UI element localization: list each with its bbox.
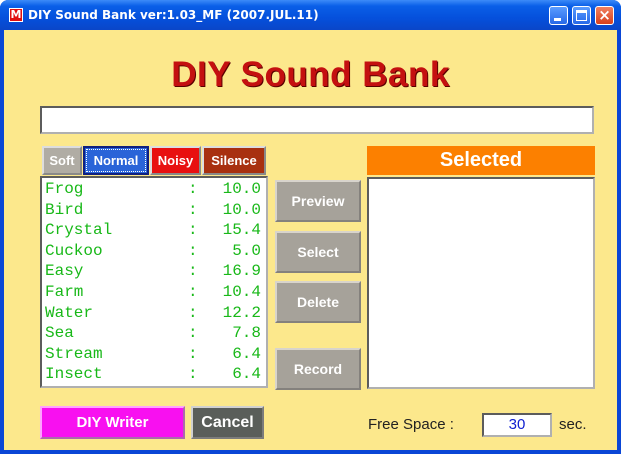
list-item[interactable]: Farm: 10.4 — [45, 282, 265, 303]
name-input[interactable] — [40, 106, 594, 134]
selected-list[interactable] — [367, 177, 595, 389]
sound-size: 10.4 — [222, 283, 261, 301]
sound-name: Crystal — [45, 221, 113, 240]
separator: : — [188, 221, 198, 240]
separator: : — [188, 262, 198, 281]
sound-name: Frog — [45, 180, 84, 198]
maximize-icon — [576, 10, 587, 21]
window-title: DIY Sound Bank ver:1.03_MF (2007.JUL.11) — [28, 8, 319, 22]
app-icon: M — [9, 8, 23, 22]
diy-writer-button[interactable]: DIY Writer — [40, 406, 185, 439]
delete-button[interactable]: Delete — [275, 281, 361, 323]
mode-noisy-button[interactable]: Noisy — [150, 146, 201, 175]
sound-size: 10.0 — [222, 180, 261, 198]
separator: : — [188, 180, 198, 198]
preview-button[interactable]: Preview — [275, 180, 361, 222]
separator: : — [188, 365, 198, 384]
free-space-label: Free Space : — [368, 416, 454, 433]
list-item[interactable]: Water: 12.2 — [45, 303, 265, 324]
selected-header: Selected — [367, 146, 595, 175]
sound-size: 7.8 — [232, 324, 261, 343]
minimize-icon — [554, 18, 561, 21]
client-area: DIY Sound Bank Soft Normal Noisy Silence… — [4, 30, 617, 450]
select-button[interactable]: Select — [275, 231, 361, 273]
separator: : — [188, 303, 198, 322]
list-item[interactable]: Frog: 10.0 — [45, 179, 265, 200]
mode-normal-button[interactable]: Normal — [83, 146, 149, 175]
record-button[interactable]: Record — [275, 348, 361, 390]
separator: : — [188, 283, 198, 301]
sound-name: Stream — [45, 344, 103, 363]
sound-name: Insect — [45, 365, 103, 384]
separator: : — [188, 324, 198, 343]
close-button[interactable]: × — [595, 6, 614, 25]
sound-name: Farm — [45, 283, 84, 301]
mode-silence-button[interactable]: Silence — [202, 146, 266, 175]
sound-name: Water — [45, 303, 94, 322]
sound-size: 6.4 — [232, 365, 261, 384]
separator: : — [188, 200, 198, 219]
list-item[interactable]: Stream: 6.4 — [45, 344, 265, 365]
app-window: M DIY Sound Bank ver:1.03_MF (2007.JUL.1… — [0, 0, 621, 454]
list-item[interactable]: Cuckoo: 5.0 — [45, 241, 265, 262]
list-item[interactable]: Easy: 16.9 — [45, 261, 265, 282]
minimize-button[interactable] — [549, 6, 568, 25]
sound-size: 15.4 — [222, 221, 261, 240]
separator: : — [188, 344, 198, 363]
sound-size: 16.9 — [222, 262, 261, 281]
list-item[interactable]: Insect: 6.4 — [45, 364, 265, 385]
page-title: DIY Sound Bank — [171, 55, 450, 94]
sound-size: 10.0 — [222, 200, 261, 219]
close-icon: × — [598, 6, 611, 24]
sound-name: Bird — [45, 200, 84, 219]
separator: : — [188, 241, 198, 260]
list-item[interactable]: Bird: 10.0 — [45, 200, 265, 221]
title-bar[interactable]: M DIY Sound Bank ver:1.03_MF (2007.JUL.1… — [0, 0, 621, 30]
maximize-button[interactable] — [572, 6, 591, 25]
sound-size: 6.4 — [232, 344, 261, 363]
sound-list[interactable]: Frog: 10.0 Bird: 10.0 Crystal: 15.4 Cuckoo:… — [40, 176, 268, 388]
sound-name: Easy — [45, 262, 84, 281]
list-item[interactable]: Sea: 7.8 — [45, 323, 265, 344]
cancel-button[interactable]: Cancel — [191, 406, 264, 439]
sound-name: Cuckoo — [45, 241, 103, 260]
sound-size: 12.2 — [222, 303, 261, 322]
free-space-value: 30 — [482, 413, 552, 437]
sound-name: Sea — [45, 324, 74, 343]
mode-soft-button[interactable]: Soft — [42, 146, 82, 175]
list-item[interactable]: Crystal: 15.4 — [45, 220, 265, 241]
sound-size: 5.0 — [232, 241, 261, 260]
free-space-unit: sec. — [559, 416, 587, 433]
